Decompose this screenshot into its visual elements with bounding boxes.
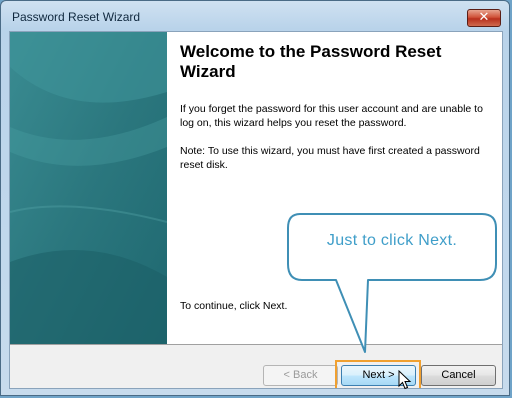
wizard-button-bar: < Back Next > Cancel xyxy=(10,344,502,388)
banner-graphic xyxy=(10,32,167,344)
note-paragraph: Note: To use this wizard, you must have … xyxy=(180,145,480,171)
back-button[interactable]: < Back xyxy=(263,365,338,386)
continue-instruction: To continue, click Next. xyxy=(180,300,288,312)
close-icon: ✕ xyxy=(478,10,490,25)
title-bar: Password Reset Wizard ✕ xyxy=(1,1,509,31)
close-button[interactable]: ✕ xyxy=(467,9,501,27)
wizard-side-banner xyxy=(10,32,167,344)
page-title: Welcome to the Password Reset Wizard xyxy=(180,42,442,81)
intro-paragraph: If you forget the password for this user… xyxy=(180,103,483,129)
cancel-button[interactable]: Cancel xyxy=(421,365,496,386)
wizard-client-area: Welcome to the Password Reset Wizard If … xyxy=(9,31,503,389)
wizard-window: Password Reset Wizard ✕ Welcome to the P… xyxy=(0,0,510,396)
callout-text: Just to click Next. xyxy=(326,232,458,249)
mouse-pointer-icon xyxy=(398,370,412,390)
wizard-content: Welcome to the Password Reset Wizard If … xyxy=(167,32,502,344)
window-title: Password Reset Wizard xyxy=(12,10,141,24)
